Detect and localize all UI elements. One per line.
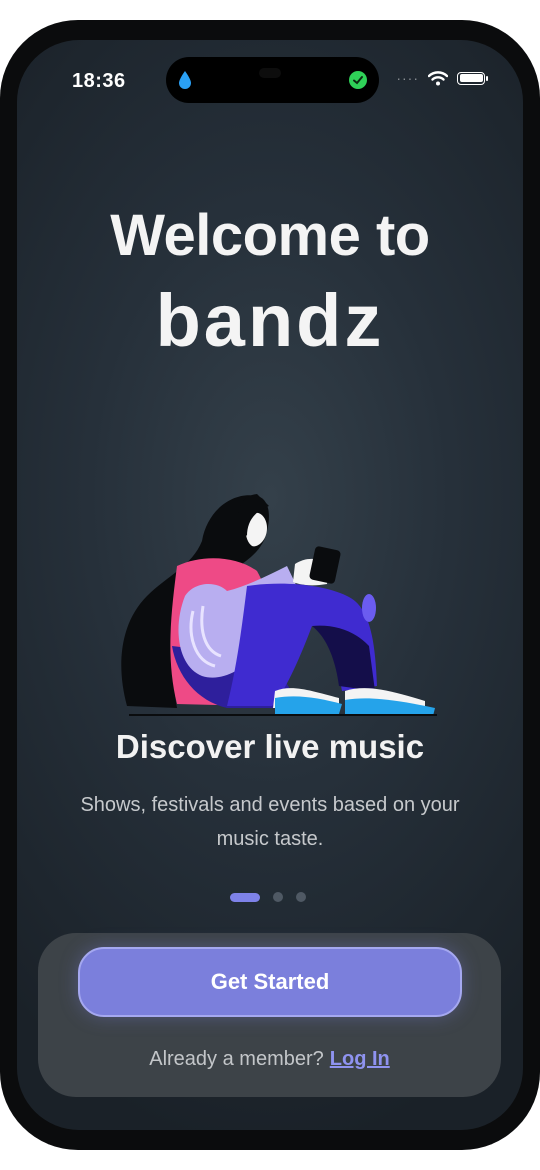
- signal-icon: ····: [396, 70, 419, 86]
- get-started-button[interactable]: Get Started: [78, 947, 462, 1017]
- onboarding-headline: Discover live music: [115, 728, 425, 765]
- page-indicator-dot[interactable]: [273, 892, 283, 902]
- status-icons: ····: [396, 70, 488, 86]
- page-indicator[interactable]: [230, 892, 306, 902]
- green-check-icon: [349, 71, 367, 89]
- onboarding-subtitle: Shows, festivals and events based on you…: [80, 794, 460, 850]
- app-screen: 18:36 ···· Welcome to bandz Discover liv…: [17, 40, 523, 1130]
- woman-with-phone-illustration: [121, 494, 437, 716]
- brand-logo: bandz: [155, 279, 385, 362]
- member-prompt: Already a member?: [149, 1048, 324, 1070]
- camera-sensor: [259, 68, 281, 78]
- wifi-icon: [428, 70, 448, 85]
- phone-frame: 18:36 ···· Welcome to bandz Discover liv…: [0, 20, 540, 1150]
- dynamic-island: [166, 57, 379, 103]
- page-indicator-dot[interactable]: [296, 892, 306, 902]
- page-indicator-dot-active[interactable]: [230, 892, 260, 902]
- login-row: Already a member? Log In: [38, 1048, 501, 1071]
- bottom-action-card: Get Started Already a member? Log In: [38, 933, 501, 1097]
- status-time: 18:36: [72, 70, 126, 92]
- battery-icon: [457, 71, 488, 85]
- login-link[interactable]: Log In: [330, 1048, 390, 1070]
- water-drop-icon: [179, 71, 191, 89]
- welcome-title: Welcome to: [110, 203, 430, 268]
